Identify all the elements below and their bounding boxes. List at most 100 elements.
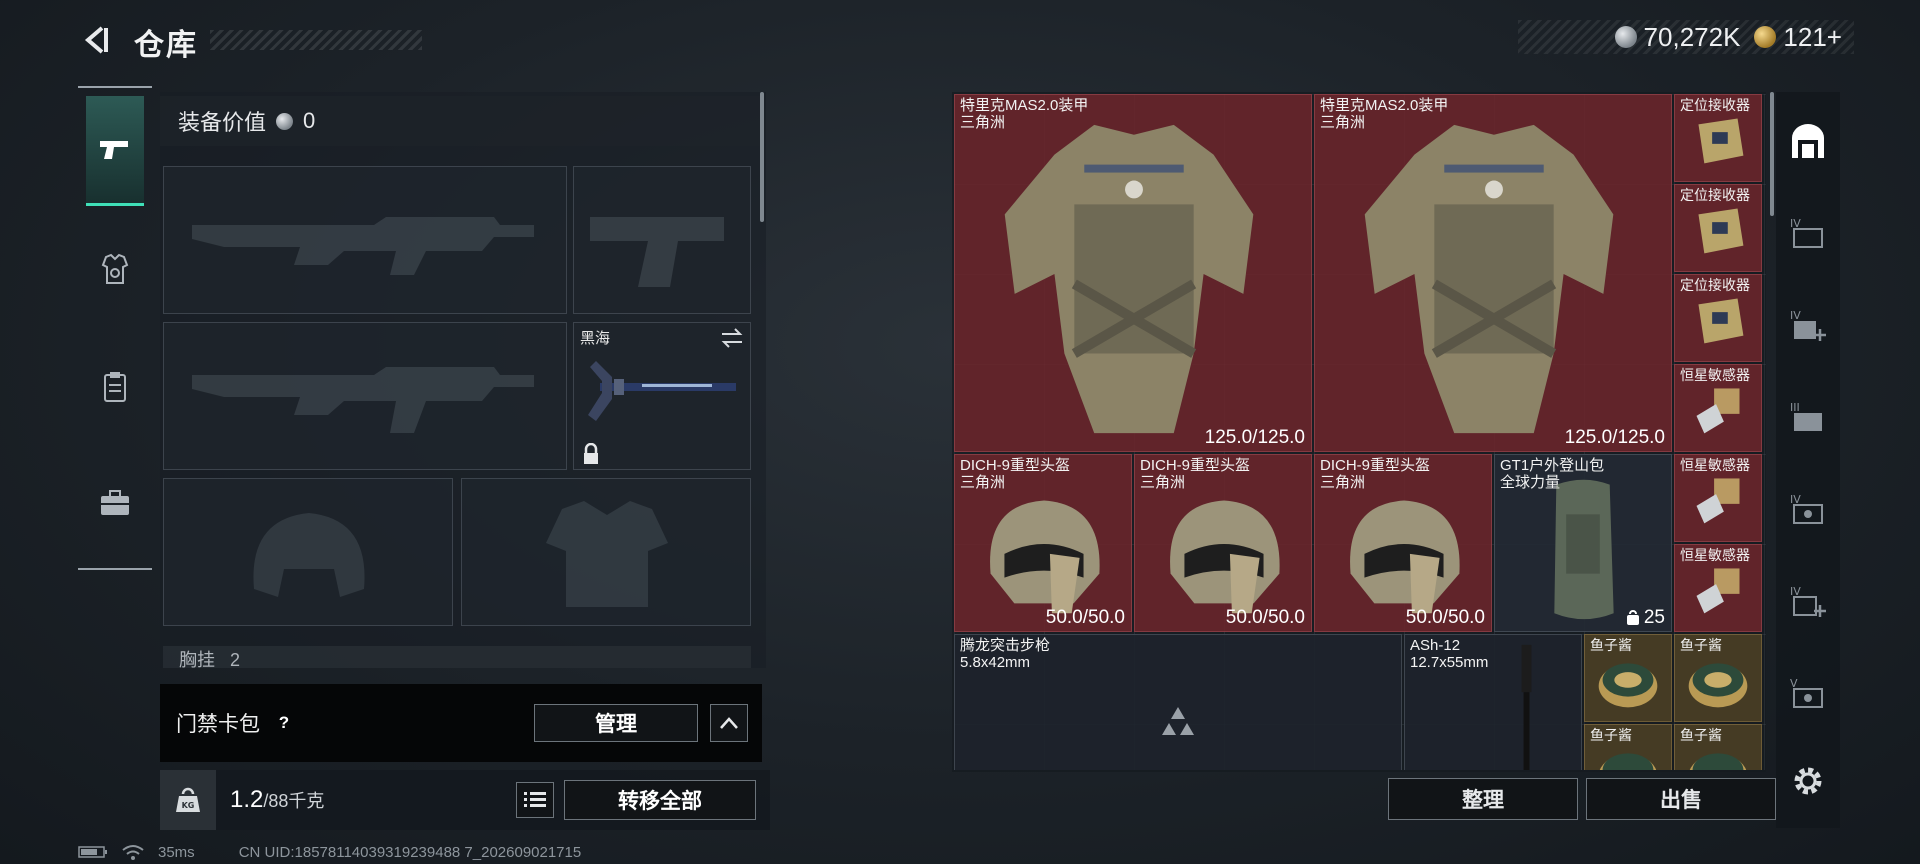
pistol-slot[interactable] <box>573 166 751 314</box>
list-view-button[interactable] <box>516 782 554 818</box>
item-name: ASh-12 12.7x55mm <box>1410 637 1489 671</box>
chest-rig-row[interactable]: 胸挂 2 <box>163 646 751 668</box>
warehouse-scrollbar[interactable] <box>1770 92 1774 216</box>
inventory-item[interactable]: 腾龙突击步枪 5.8x42mm <box>954 634 1402 770</box>
left-category-nav <box>78 86 152 570</box>
armor-icon <box>101 253 129 284</box>
inventory-item[interactable]: 恒星敏感器 <box>1674 544 1762 632</box>
rail-page-iv-3[interactable]: IV <box>1780 474 1836 544</box>
inventory-item[interactable]: 鱼子酱 <box>1674 724 1762 770</box>
inventory-item[interactable]: 恒星敏感器 <box>1674 454 1762 542</box>
gold-currency[interactable]: 121+ <box>1754 22 1842 53</box>
inventory-item[interactable]: GT1户外登山包 全球力量 25 <box>1494 454 1672 632</box>
sell-button[interactable]: 出售 <box>1586 778 1776 820</box>
equipment-value-amount: 0 <box>303 108 316 133</box>
melee-slot[interactable]: 黑海 <box>573 322 751 470</box>
title-decoration <box>210 30 422 50</box>
back-arrow-icon <box>84 26 108 54</box>
add-case-icon: IV <box>1790 585 1826 617</box>
inventory-item[interactable]: DICH-9重型头盔 三角洲 50.0/50.0 <box>954 454 1132 632</box>
inventory-item[interactable]: 特里克MAS2.0装甲 三角洲 125.0/125.0 <box>1314 94 1672 452</box>
item-name: 特里克MAS2.0装甲 三角洲 <box>1320 97 1449 131</box>
equipment-value-label: 装备价值 <box>178 110 267 135</box>
rail-page-iv-2[interactable]: IV <box>1780 290 1836 360</box>
weight-icon-box: KG <box>160 770 216 830</box>
item-durability: 50.0/50.0 <box>1045 607 1125 628</box>
item-name: 定位接收器 <box>1680 97 1750 113</box>
gold-amount: 121+ <box>1783 21 1842 52</box>
status-bar: 35ms CN UID:18578114039319239488 7_20260… <box>78 842 581 862</box>
rail-page-v[interactable]: V <box>1780 658 1836 728</box>
helmet-silhouette-icon <box>253 513 365 597</box>
item-durability: 125.0/125.0 <box>1204 427 1305 448</box>
settings-button[interactable] <box>1780 746 1836 816</box>
inventory-item[interactable]: 鱼子酱 <box>1584 634 1672 722</box>
silver-amount: 70,272K <box>1643 21 1741 52</box>
lock-icon <box>584 443 598 464</box>
swap-icon[interactable] <box>720 327 744 349</box>
helmet-slot[interactable] <box>163 478 453 626</box>
item-name: DICH-9重型头盔 三角洲 <box>1320 457 1431 491</box>
page-title: 仓库 <box>134 29 198 62</box>
help-icon[interactable]: ? <box>272 711 296 735</box>
inventory-item[interactable]: 定位接收器 <box>1674 274 1762 362</box>
battery-icon <box>78 846 107 858</box>
item-name: 腾龙突击步枪 5.8x42mm <box>960 637 1051 671</box>
silver-coin-icon <box>276 112 294 130</box>
item-name: GT1户外登山包 全球力量 <box>1500 457 1605 491</box>
item-capacity: 25 <box>1626 607 1665 629</box>
silver-coin-icon <box>1614 26 1637 48</box>
back-button[interactable] <box>78 22 114 58</box>
inventory-item[interactable]: 恒星敏感器 <box>1674 364 1762 452</box>
inventory-item[interactable]: 特里克MAS2.0装甲 三角洲 125.0/125.0 <box>954 94 1312 452</box>
sort-button[interactable]: 整理 <box>1388 778 1578 820</box>
weight-readout: 1.2/88千克 <box>230 786 324 814</box>
list-icon <box>524 792 546 807</box>
item-name: 鱼子酱 <box>1680 637 1722 653</box>
nav-weapons[interactable] <box>86 96 144 206</box>
transfer-all-button[interactable]: 转移全部 <box>564 780 756 820</box>
add-case-icon: IV <box>1790 309 1826 341</box>
inventory-item[interactable]: 定位接收器 <box>1674 184 1762 272</box>
inventory-item[interactable]: ASh-12 12.7x55mm <box>1404 634 1582 770</box>
armor-silhouette-icon <box>546 501 668 607</box>
tomahawk-icon <box>588 361 736 421</box>
pistol-silhouette-icon <box>590 217 724 287</box>
inventory-item[interactable]: DICH-9重型头盔 三角洲 50.0/50.0 <box>1314 454 1492 632</box>
kettlebell-icon: KG <box>176 787 200 812</box>
loadout-scrollbar[interactable] <box>760 92 764 222</box>
nav-chest-rig[interactable] <box>86 332 144 442</box>
nav-armor[interactable] <box>86 214 144 324</box>
svg-text:III: III <box>1790 401 1800 414</box>
rail-page-iii[interactable]: III <box>1780 382 1836 452</box>
keycard-bar: 门禁卡包 ? 管理 <box>160 684 762 762</box>
expansion-case-icon: V <box>1790 677 1823 708</box>
expansion-case-icon: IV <box>1790 217 1823 248</box>
item-name: 特里克MAS2.0装甲 三角洲 <box>960 97 1089 131</box>
warehouse-grid[interactable]: 特里克MAS2.0装甲 三角洲 125.0/125.0 特里克MAS2.0装甲 … <box>954 94 1766 770</box>
item-name: 定位接收器 <box>1680 277 1750 293</box>
silver-currency: 70,272K <box>1614 21 1741 53</box>
inventory-item[interactable]: 鱼子酱 <box>1674 634 1762 722</box>
primary-weapon-slot[interactable] <box>163 166 567 314</box>
secondary-weapon-slot[interactable] <box>163 322 567 470</box>
expansion-case-icon: IV <box>1790 493 1823 524</box>
nav-case[interactable] <box>86 448 144 558</box>
inventory-item[interactable]: DICH-9重型头盔 三角洲 50.0/50.0 <box>1134 454 1312 632</box>
rail-page-iv-1[interactable]: IV <box>1780 198 1836 268</box>
item-durability: 50.0/50.0 <box>1405 607 1485 628</box>
chest-rig-label: 胸挂 <box>179 650 215 668</box>
rail-page-iv-4[interactable]: IV <box>1780 566 1836 636</box>
item-name: DICH-9重型头盔 三角洲 <box>960 457 1071 491</box>
armor-slot[interactable] <box>461 478 751 626</box>
rifle-silhouette-icon <box>192 217 534 275</box>
rail-main-warehouse[interactable] <box>1780 106 1836 176</box>
inventory-item[interactable]: 鱼子酱 <box>1584 724 1672 770</box>
manage-button[interactable]: 管理 <box>534 704 698 742</box>
rifle-silhouette-icon <box>192 367 534 433</box>
ping-text: 35ms <box>158 843 195 861</box>
item-name: 定位接收器 <box>1680 187 1750 203</box>
inventory-item[interactable]: 定位接收器 <box>1674 94 1762 182</box>
collapse-button[interactable] <box>710 704 748 742</box>
gear-icon <box>1794 767 1822 795</box>
